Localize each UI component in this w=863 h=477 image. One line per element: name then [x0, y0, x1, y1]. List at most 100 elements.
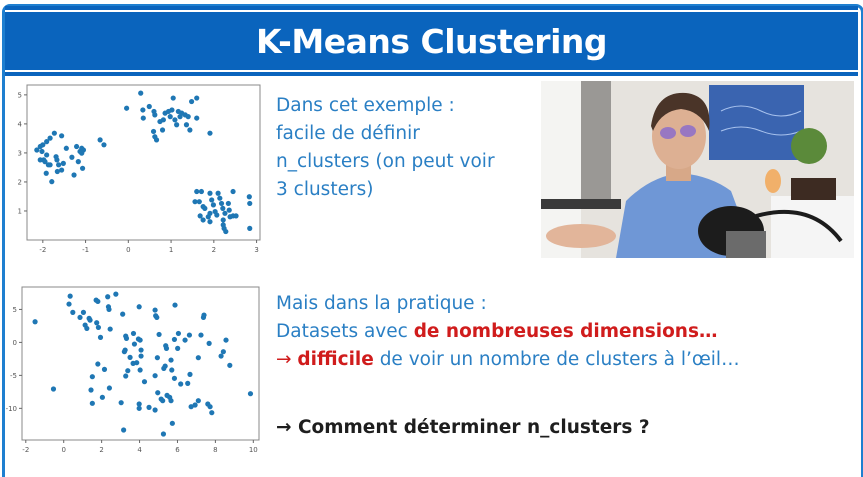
data-point: [183, 122, 190, 128]
data-point: [87, 317, 93, 323]
x-tick-label: 0: [61, 446, 65, 454]
data-point: [146, 404, 152, 410]
data-point: [247, 391, 254, 397]
data-point: [218, 200, 225, 207]
data-point: [138, 90, 144, 96]
x-tick-label: 3: [254, 246, 258, 254]
data-point: [185, 114, 191, 120]
data-point: [152, 307, 158, 313]
data-point: [138, 347, 144, 353]
data-point: [168, 398, 174, 404]
data-point: [198, 332, 204, 338]
data-point: [101, 366, 108, 372]
datasets-prefix: Datasets avec: [276, 321, 414, 342]
slide-title: K-Means Clustering: [255, 21, 608, 61]
data-point: [182, 337, 188, 343]
data-point: [196, 199, 202, 205]
data-point: [66, 301, 72, 307]
data-point: [159, 127, 166, 133]
data-point: [113, 291, 119, 297]
data-point: [54, 157, 60, 163]
datasets-line: Datasets avec de nombreuses dimensions…: [276, 318, 740, 346]
data-point: [178, 381, 184, 387]
y-tick-label: 1: [18, 207, 22, 215]
data-point: [59, 133, 65, 139]
data-point: [152, 407, 158, 413]
x-tick-label: 6: [175, 446, 180, 454]
data-point: [106, 385, 113, 391]
data-point: [131, 341, 138, 347]
data-point: [187, 371, 193, 377]
data-point: [77, 314, 83, 321]
data-point: [175, 330, 182, 337]
data-point: [37, 157, 43, 163]
data-point: [246, 194, 252, 200]
data-point: [89, 374, 95, 380]
data-point: [107, 326, 113, 332]
data-point: [97, 137, 103, 143]
y-tick-label: -5: [10, 372, 17, 380]
example-text: Dans cet exemple : facile de définir n_c…: [276, 92, 495, 204]
data-point: [123, 335, 130, 341]
data-point: [215, 190, 221, 196]
data-point: [167, 114, 173, 120]
data-point: [130, 330, 137, 337]
data-point: [49, 179, 55, 185]
dimensions-highlight: de nombreuses dimensions…: [413, 321, 718, 342]
data-point: [223, 337, 229, 343]
data-point: [127, 354, 133, 360]
data-point: [43, 170, 49, 176]
title-bar: K-Means Clustering: [5, 10, 858, 72]
data-point: [171, 375, 178, 381]
y-tick-label: 5: [18, 91, 22, 99]
data-point: [186, 332, 193, 338]
example-line: Dans cet exemple :: [276, 95, 455, 116]
data-point: [197, 213, 203, 219]
data-point: [121, 349, 127, 355]
data-point: [124, 105, 130, 111]
data-point: [163, 345, 170, 351]
data-point: [101, 142, 107, 148]
data-point: [155, 390, 161, 396]
data-point: [207, 130, 213, 136]
data-point: [194, 188, 200, 195]
data-point: [222, 210, 228, 216]
data-point: [154, 355, 160, 361]
y-tick-label: -10: [6, 405, 17, 413]
question-text: → Comment déterminer n_clusters ?: [276, 417, 650, 438]
presenter-video: [541, 81, 854, 258]
data-point: [123, 373, 129, 379]
data-point: [247, 225, 253, 231]
data-point: [32, 319, 38, 325]
data-point: [146, 103, 152, 110]
data-point: [201, 312, 207, 318]
data-point: [209, 410, 215, 416]
y-tick-label: 2: [18, 178, 22, 186]
data-point: [39, 148, 45, 155]
data-point: [95, 361, 101, 367]
data-point: [75, 159, 81, 165]
data-point: [170, 95, 176, 101]
data-point: [140, 115, 146, 121]
x-tick-label: 0: [126, 246, 130, 254]
difficult-highlight: difficile: [297, 349, 374, 370]
data-point: [59, 167, 65, 173]
data-point: [137, 367, 143, 373]
data-point: [89, 400, 95, 406]
data-point: [227, 362, 233, 368]
data-point: [44, 152, 50, 158]
x-tick-label: 10: [249, 446, 258, 454]
data-point: [169, 420, 175, 426]
data-point: [125, 368, 131, 374]
data-point: [206, 340, 212, 346]
data-point: [168, 357, 174, 363]
data-point: [172, 302, 178, 308]
scatter-plot-3-clusters: -2 -1 0 1 2 3 1 2 3 4 5: [18, 84, 261, 254]
x-tick-label: -1: [82, 246, 89, 254]
data-point: [95, 324, 102, 331]
data-point: [136, 304, 142, 310]
data-point: [138, 353, 144, 359]
arrow-icon: →: [276, 349, 298, 370]
data-point: [118, 400, 124, 406]
data-point: [207, 190, 213, 196]
